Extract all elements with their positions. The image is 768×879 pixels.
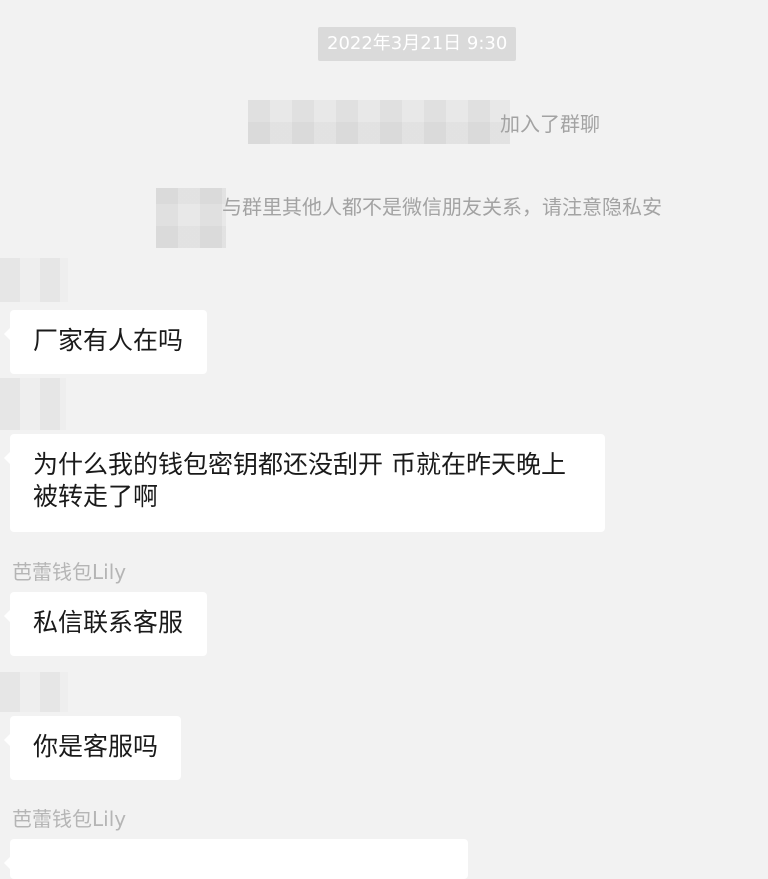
redacted-avatar [0, 258, 68, 302]
sender-name: 芭蕾钱包Lily [12, 807, 127, 831]
message-text-line-2: 被转走了啊 [33, 482, 159, 511]
redacted-member-name-2 [156, 188, 226, 248]
message-text: 你是客服吗 [33, 732, 159, 761]
redacted-member-name [248, 100, 510, 144]
system-join-message: 加入了群聊 [500, 112, 600, 136]
message-bubble[interactable] [4, 839, 468, 879]
message-bubble[interactable]: 你是客服吗 [4, 716, 181, 780]
chat-timestamp: 2022年3月21日 9:30 [318, 27, 517, 61]
redacted-avatar [0, 672, 68, 712]
message-text-line-1: 为什么我的钱包密钥都还没刮开 币就在昨天晚上 [33, 450, 566, 479]
message-bubble[interactable]: 私信联系客服 [4, 592, 207, 656]
redacted-avatar [0, 378, 66, 430]
sender-name: 芭蕾钱包Lily [12, 560, 127, 584]
system-privacy-notice: 与群里其他人都不是微信朋友关系，请注意隐私安 [222, 195, 662, 219]
message-bubble[interactable]: 厂家有人在吗 [4, 310, 207, 374]
message-bubble[interactable]: 为什么我的钱包密钥都还没刮开 币就在昨天晚上 被转走了啊 [4, 434, 605, 532]
chat-window: 2022年3月21日 9:30 加入了群聊 与群里其他人都不是微信朋友关系，请注… [0, 0, 768, 879]
message-text: 厂家有人在吗 [33, 326, 184, 355]
message-text: 私信联系客服 [33, 608, 184, 637]
